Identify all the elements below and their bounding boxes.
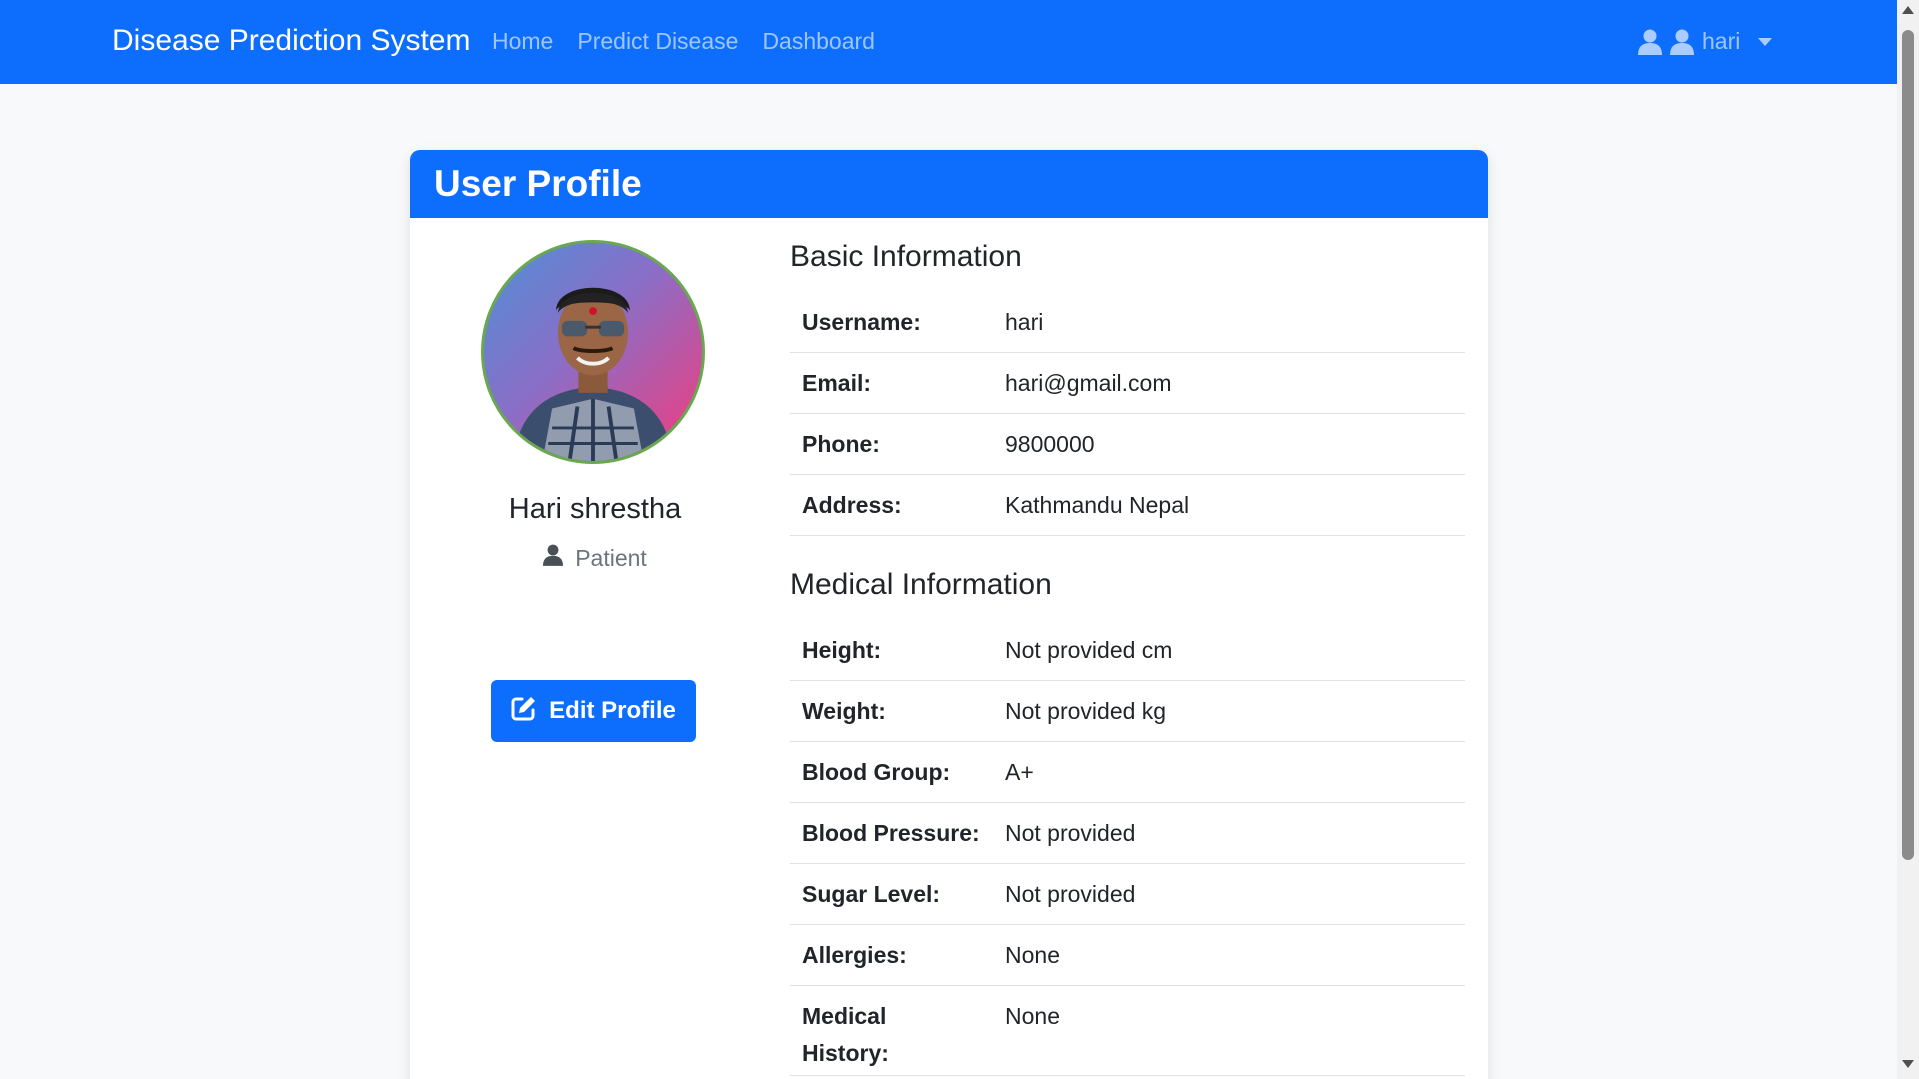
user-icon (1638, 29, 1662, 55)
medical-info-title: Medical Information (790, 568, 1052, 601)
info-row-sugar-level: Sugar Level: Not provided (790, 864, 1465, 925)
card-header: User Profile (410, 150, 1488, 218)
nav-link-home[interactable]: Home (492, 28, 553, 55)
profile-name: Hari shrestha (508, 493, 682, 525)
phone-value: 9800000 (1005, 431, 1095, 457)
info-row-height: Height: Not provided cm (790, 620, 1465, 681)
nav-link-dashboard[interactable]: Dashboard (762, 28, 875, 55)
email-value: hari@gmail.com (1005, 370, 1172, 396)
blood-pressure-label: Blood Pressure: (802, 820, 980, 846)
avatar-photo (513, 287, 673, 461)
basic-info-table: Username: hari Email: hari@gmail.com Pho… (790, 292, 1465, 536)
allergies-label: Allergies: (802, 942, 907, 968)
navbar: Disease Prediction System Home Predict D… (0, 0, 1897, 84)
username-label: Username: (802, 309, 921, 335)
weight-value: Not provided kg (1005, 698, 1167, 724)
height-value: Not provided cm (1005, 637, 1173, 663)
avatar (481, 240, 705, 464)
nav-links: Home Predict Disease Dashboard (492, 28, 875, 55)
nav-link-predict-disease[interactable]: Predict Disease (577, 28, 738, 55)
edit-profile-button[interactable]: Edit Profile (491, 680, 696, 742)
weight-label: Weight: (802, 698, 886, 724)
scroll-down-arrow-icon[interactable] (1902, 1060, 1914, 1068)
sugar-level-label: Sugar Level: (802, 881, 941, 907)
allergies-value: None (1005, 942, 1060, 968)
info-row-medical-history: Medical History: None (790, 986, 1465, 1076)
height-label: Height: (802, 637, 882, 663)
phone-label: Phone: (802, 431, 880, 457)
info-row-phone: Phone: 9800000 (790, 414, 1465, 475)
user-menu-name: hari (1702, 28, 1741, 54)
user-dropdown[interactable]: hari (1638, 28, 1773, 55)
address-value: Kathmandu Nepal (1005, 492, 1190, 518)
navbar-brand[interactable]: Disease Prediction System (112, 24, 470, 58)
basic-info-title: Basic Information (790, 240, 1022, 273)
info-row-address: Address: Kathmandu Nepal (790, 475, 1465, 536)
profile-role-label: Patient (575, 544, 647, 571)
vertical-scrollbar[interactable] (1897, 0, 1919, 1079)
medical-history-label: Medical History: (802, 1003, 889, 1066)
user-icon (1670, 29, 1694, 55)
medical-history-value: None (1005, 1003, 1060, 1029)
info-row-weight: Weight: Not provided kg (790, 681, 1465, 742)
edit-profile-label: Edit Profile (549, 697, 676, 724)
blood-group-value: A+ (1005, 759, 1034, 785)
page: Disease Prediction System Home Predict D… (0, 0, 1919, 1079)
scroll-up-arrow-icon[interactable] (1902, 6, 1914, 14)
caret-down-icon (1758, 37, 1773, 46)
username-value: hari (1005, 309, 1044, 335)
medical-info-table: Height: Not provided cm Weight: Not prov… (790, 620, 1465, 1076)
sugar-level-value: Not provided (1005, 881, 1136, 907)
info-row-email: Email: hari@gmail.com (790, 353, 1465, 414)
blood-group-label: Blood Group: (802, 759, 951, 785)
email-label: Email: (802, 370, 872, 396)
user-icon (543, 543, 564, 573)
blood-pressure-value: Not provided (1005, 820, 1136, 846)
info-row-allergies: Allergies: None (790, 925, 1465, 986)
scrollbar-thumb[interactable] (1902, 30, 1914, 860)
pen-to-square-icon (511, 695, 537, 728)
profile-role: Patient (410, 543, 780, 573)
info-row-blood-group: Blood Group: A+ (790, 742, 1465, 803)
card-title: User Profile (434, 163, 642, 204)
info-row-username: Username: hari (790, 292, 1465, 353)
info-row-blood-pressure: Blood Pressure: Not provided (790, 803, 1465, 864)
profile-card: User Profile Hari shrestha Patient Edit … (410, 150, 1488, 1079)
address-label: Address: (802, 492, 902, 518)
